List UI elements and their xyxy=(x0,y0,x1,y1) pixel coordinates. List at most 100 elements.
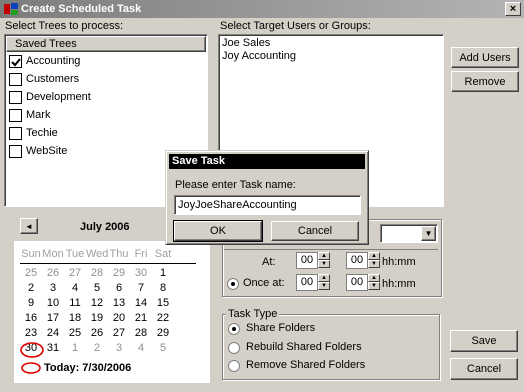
calendar-day[interactable]: 3 xyxy=(42,282,64,295)
hhmm-label: hh:mm xyxy=(382,256,416,268)
tree-item-website[interactable]: WebSite xyxy=(9,143,67,160)
checkbox[interactable] xyxy=(9,73,22,86)
calendar-day[interactable]: 5 xyxy=(86,282,108,295)
calendar-day[interactable]: 3 xyxy=(108,342,130,355)
calendar-day[interactable]: 18 xyxy=(64,312,86,325)
at-hour-input[interactable]: 00 xyxy=(296,252,318,269)
calendar-day[interactable]: 6 xyxy=(108,282,130,295)
calendar-day[interactable]: 19 xyxy=(86,312,108,325)
targets-label: Select Target Users or Groups: xyxy=(220,20,371,32)
hhmm-label: hh:mm xyxy=(382,278,416,290)
at-hour-spinner[interactable]: ▲ ▼ xyxy=(318,252,330,268)
checkbox[interactable] xyxy=(9,109,22,122)
calendar-day[interactable]: 27 xyxy=(64,267,86,280)
checkbox[interactable] xyxy=(9,127,22,140)
arrow-left-icon: ◄ xyxy=(25,221,33,231)
title-bar: Create Scheduled Task × xyxy=(0,0,524,18)
radio-selected[interactable] xyxy=(227,277,239,290)
calendar-day[interactable]: 4 xyxy=(130,342,152,355)
calendar-day[interactable]: 26 xyxy=(86,327,108,340)
spin-up-icon[interactable]: ▲ xyxy=(368,274,380,282)
calendar-day[interactable]: 1 xyxy=(152,267,174,280)
dialog-title: Save Task xyxy=(169,154,365,169)
spin-down-icon[interactable]: ▼ xyxy=(318,282,330,290)
dialog-cancel-button[interactable]: Cancel xyxy=(271,221,359,241)
list-item[interactable]: Joe Sales xyxy=(222,37,270,50)
checkbox-checked[interactable] xyxy=(9,55,22,68)
once-minute-input[interactable]: 00 xyxy=(346,274,368,291)
once-at-radio[interactable]: Once at: xyxy=(227,277,285,290)
calendar-day[interactable]: 24 xyxy=(42,327,64,340)
tree-item-accounting[interactable]: Accounting xyxy=(9,53,80,70)
calendar-day[interactable]: 15 xyxy=(152,297,174,310)
calendar-day[interactable]: 30 xyxy=(130,267,152,280)
spin-down-icon[interactable]: ▼ xyxy=(368,282,380,290)
calendar-day[interactable]: 11 xyxy=(64,297,86,310)
checkbox[interactable] xyxy=(9,91,22,104)
calendar-day[interactable]: 20 xyxy=(108,312,130,325)
rebuild-shared-folders-radio[interactable]: Rebuild Shared Folders xyxy=(228,341,362,354)
tree-item-customers[interactable]: Customers xyxy=(9,71,79,88)
calendar-day[interactable]: 21 xyxy=(130,312,152,325)
calendar-day[interactable]: 27 xyxy=(108,327,130,340)
schedule-divider xyxy=(224,249,438,250)
cancel-button[interactable]: Cancel xyxy=(450,358,518,380)
window-title: Create Scheduled Task xyxy=(21,3,142,15)
radio[interactable] xyxy=(228,341,240,354)
once-minute-spinner[interactable]: ▲ ▼ xyxy=(368,274,380,290)
calendar-day[interactable]: 2 xyxy=(86,342,108,355)
frequency-dropdown[interactable]: ▼ xyxy=(380,224,438,243)
calendar-day[interactable]: 28 xyxy=(86,267,108,280)
calendar-day[interactable]: 9 xyxy=(20,297,42,310)
save-button[interactable]: Save xyxy=(450,330,518,352)
calendar-day[interactable]: 22 xyxy=(152,312,174,325)
chevron-down-icon: ▼ xyxy=(424,229,433,238)
tree-item-development[interactable]: Development xyxy=(9,89,91,106)
dropdown-arrow-button[interactable]: ▼ xyxy=(421,226,436,241)
calendar-day[interactable]: 4 xyxy=(64,282,86,295)
spin-down-icon[interactable]: ▼ xyxy=(368,260,380,268)
calendar-day[interactable]: 26 xyxy=(42,267,64,280)
add-users-button[interactable]: Add Users xyxy=(451,47,519,68)
remove-button[interactable]: Remove xyxy=(451,71,519,92)
calendar-day[interactable]: 29 xyxy=(152,327,174,340)
spin-up-icon[interactable]: ▲ xyxy=(368,252,380,260)
calendar-day[interactable]: 12 xyxy=(86,297,108,310)
at-minute-spinner[interactable]: ▲ ▼ xyxy=(368,252,380,268)
once-hour-input[interactable]: 00 xyxy=(296,274,318,291)
remove-shared-folders-radio[interactable]: Remove Shared Folders xyxy=(228,359,365,372)
radio[interactable] xyxy=(228,359,240,372)
calendar-day[interactable]: 23 xyxy=(20,327,42,340)
calendar-day[interactable]: 5 xyxy=(152,342,174,355)
spin-up-icon[interactable]: ▲ xyxy=(318,252,330,260)
checkbox[interactable] xyxy=(9,145,22,158)
calendar-day[interactable]: 17 xyxy=(42,312,64,325)
radio-selected[interactable] xyxy=(228,322,240,335)
calendar-day[interactable]: 25 xyxy=(20,267,42,280)
ok-button[interactable]: OK xyxy=(173,220,263,242)
calendar-day[interactable]: 2 xyxy=(20,282,42,295)
spin-up-icon[interactable]: ▲ xyxy=(318,274,330,282)
calendar-day[interactable]: 8 xyxy=(152,282,174,295)
calendar-day[interactable]: 29 xyxy=(108,267,130,280)
today-label[interactable]: Today: 7/30/2006 xyxy=(44,362,131,375)
prev-month-button[interactable]: ◄ xyxy=(20,218,38,234)
close-button[interactable]: × xyxy=(505,2,521,16)
calendar-day[interactable]: 28 xyxy=(130,327,152,340)
spin-down-icon[interactable]: ▼ xyxy=(318,260,330,268)
list-item[interactable]: Joy Accounting xyxy=(222,50,296,63)
calendar-day[interactable]: 25 xyxy=(64,327,86,340)
calendar-day[interactable]: 7 xyxy=(130,282,152,295)
tree-item-mark[interactable]: Mark xyxy=(9,107,50,124)
task-name-input[interactable]: JoyJoeShareAccounting xyxy=(174,195,361,215)
share-folders-radio[interactable]: Share Folders xyxy=(228,322,315,335)
calendar-day[interactable]: 10 xyxy=(42,297,64,310)
calendar-day[interactable]: 16 xyxy=(20,312,42,325)
at-minute-input[interactable]: 00 xyxy=(346,252,368,269)
calendar-day[interactable]: 13 xyxy=(108,297,130,310)
tree-item-techie[interactable]: Techie xyxy=(9,125,58,142)
trees-column-header[interactable]: Saved Trees xyxy=(6,36,206,52)
calendar-day[interactable]: 1 xyxy=(64,342,86,355)
once-hour-spinner[interactable]: ▲ ▼ xyxy=(318,274,330,290)
calendar-day[interactable]: 14 xyxy=(130,297,152,310)
